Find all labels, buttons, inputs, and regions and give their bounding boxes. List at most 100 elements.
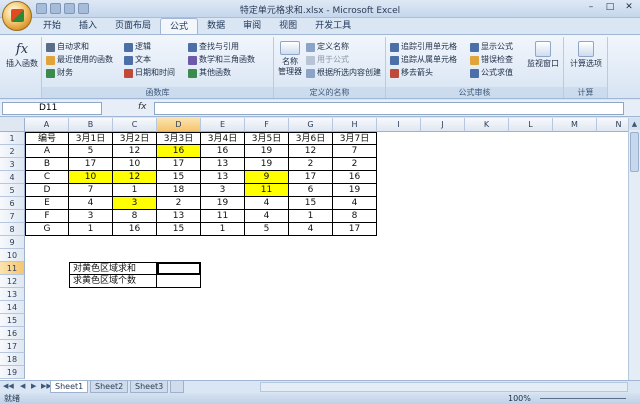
evaluate-formula-button[interactable]: 公式求值: [470, 67, 513, 79]
row-header-10[interactable]: 10: [0, 249, 25, 262]
table-cell[interactable]: F: [25, 210, 69, 223]
table-cell[interactable]: 17: [289, 171, 333, 184]
more-functions-button[interactable]: 其他函数: [188, 67, 231, 79]
table-cell[interactable]: 17: [69, 158, 113, 171]
math-trig-button[interactable]: 数学和三角函数: [188, 54, 255, 66]
table-cell[interactable]: 11: [245, 184, 289, 197]
table-cell[interactable]: 3: [201, 184, 245, 197]
table-cell[interactable]: 16: [333, 171, 377, 184]
column-header-G[interactable]: G: [289, 118, 333, 132]
table-header-cell[interactable]: 3月1日: [69, 132, 113, 145]
remove-arrows-button[interactable]: 移去箭头: [390, 67, 433, 79]
table-cell[interactable]: 19: [245, 158, 289, 171]
table-cell[interactable]: 17: [157, 158, 201, 171]
use-in-formula-button[interactable]: 用于公式: [306, 54, 349, 66]
maximize-button[interactable]: □: [601, 1, 619, 15]
table-cell[interactable]: 15: [157, 223, 201, 236]
table-cell[interactable]: 5: [245, 223, 289, 236]
row-header-13[interactable]: 13: [0, 288, 25, 301]
table-cell[interactable]: 15: [157, 171, 201, 184]
table-cell[interactable]: 4: [245, 197, 289, 210]
table-cell[interactable]: 16: [113, 223, 157, 236]
minimize-button[interactable]: –: [582, 1, 600, 15]
fx-icon[interactable]: fx: [138, 102, 147, 112]
row-header-8[interactable]: 8: [0, 223, 25, 236]
trace-precedents-button[interactable]: 追踪引用单元格: [390, 41, 457, 53]
table-header-cell[interactable]: 3月3日: [157, 132, 201, 145]
name-box[interactable]: D11: [2, 102, 102, 115]
table-cell[interactable]: 18: [157, 184, 201, 197]
table-cell[interactable]: 12: [113, 171, 157, 184]
table-cell[interactable]: 9: [245, 171, 289, 184]
table-header-cell[interactable]: 3月4日: [201, 132, 245, 145]
close-button[interactable]: ✕: [620, 1, 638, 15]
tab-5[interactable]: 审阅: [234, 18, 270, 34]
table-cell[interactable]: 4: [333, 197, 377, 210]
table-cell[interactable]: 1: [201, 223, 245, 236]
name-manager-button[interactable]: 名称 管理器: [276, 41, 304, 77]
table-cell[interactable]: 13: [201, 171, 245, 184]
row-header-7[interactable]: 7: [0, 210, 25, 223]
count-result-cell[interactable]: [157, 275, 201, 288]
table-cell[interactable]: A: [25, 145, 69, 158]
table-header-cell[interactable]: 3月6日: [289, 132, 333, 145]
table-cell[interactable]: 19: [333, 184, 377, 197]
table-cell[interactable]: D: [25, 184, 69, 197]
tab-4[interactable]: 数据: [198, 18, 234, 34]
column-header-M[interactable]: M: [553, 118, 597, 132]
define-name-button[interactable]: 定义名称: [306, 41, 349, 53]
create-from-selection-button[interactable]: 根据所选内容创建: [306, 67, 381, 79]
table-cell[interactable]: 5: [69, 145, 113, 158]
row-header-9[interactable]: 9: [0, 236, 25, 249]
table-cell[interactable]: C: [25, 171, 69, 184]
table-cell[interactable]: 1: [69, 223, 113, 236]
table-cell[interactable]: 16: [201, 145, 245, 158]
table-cell[interactable]: 2: [289, 158, 333, 171]
tab-3[interactable]: 公式: [160, 18, 199, 34]
row-header-19[interactable]: 19: [0, 366, 25, 379]
row-header-1[interactable]: 1: [0, 132, 25, 145]
financial-button[interactable]: 财务: [46, 67, 73, 79]
table-cell[interactable]: 10: [113, 158, 157, 171]
first-sheet-icon[interactable]: ◀◀: [3, 382, 14, 390]
table-cell[interactable]: 4: [69, 197, 113, 210]
datetime-button[interactable]: 日期和时间: [124, 67, 175, 79]
trace-dependents-button[interactable]: 追踪从属单元格: [390, 54, 457, 66]
count-label-cell[interactable]: 求黄色区域个数: [69, 275, 157, 288]
scroll-up-icon[interactable]: ▲: [629, 118, 640, 130]
row-header-11[interactable]: 11: [0, 262, 25, 275]
sheet-tab-3[interactable]: Sheet3: [130, 381, 169, 393]
row-header-16[interactable]: 16: [0, 327, 25, 340]
table-cell[interactable]: 11: [201, 210, 245, 223]
table-cell[interactable]: 13: [157, 210, 201, 223]
column-header-L[interactable]: L: [509, 118, 553, 132]
sum-label-cell[interactable]: 对黄色区域求和: [69, 262, 157, 275]
sheet-tab-2[interactable]: Sheet2: [90, 381, 129, 393]
table-cell[interactable]: 3: [113, 197, 157, 210]
table-cell[interactable]: 17: [333, 223, 377, 236]
row-header-17[interactable]: 17: [0, 340, 25, 353]
horizontal-scrollbar[interactable]: [260, 382, 628, 392]
table-cell[interactable]: 4: [289, 223, 333, 236]
insert-sheet-icon[interactable]: [170, 381, 184, 393]
row-header-14[interactable]: 14: [0, 301, 25, 314]
column-header-N[interactable]: N: [597, 118, 628, 132]
table-cell[interactable]: 15: [289, 197, 333, 210]
table-cell[interactable]: 7: [69, 184, 113, 197]
row-header-15[interactable]: 15: [0, 314, 25, 327]
table-cell[interactable]: 2: [157, 197, 201, 210]
row-header-5[interactable]: 5: [0, 184, 25, 197]
zoom-slider[interactable]: [540, 398, 626, 399]
table-cell[interactable]: B: [25, 158, 69, 171]
table-cell[interactable]: 7: [333, 145, 377, 158]
table-header-cell[interactable]: 编号: [25, 132, 69, 145]
tab-6[interactable]: 视图: [270, 18, 306, 34]
row-header-3[interactable]: 3: [0, 158, 25, 171]
calculation-options-button[interactable]: 计算选项: [566, 41, 606, 69]
table-cell[interactable]: 8: [333, 210, 377, 223]
logical-button[interactable]: 逻辑: [124, 41, 151, 53]
table-header-cell[interactable]: 3月5日: [245, 132, 289, 145]
tab-2[interactable]: 页面布局: [106, 18, 160, 34]
table-cell[interactable]: 3: [69, 210, 113, 223]
select-all-corner[interactable]: [0, 118, 25, 132]
